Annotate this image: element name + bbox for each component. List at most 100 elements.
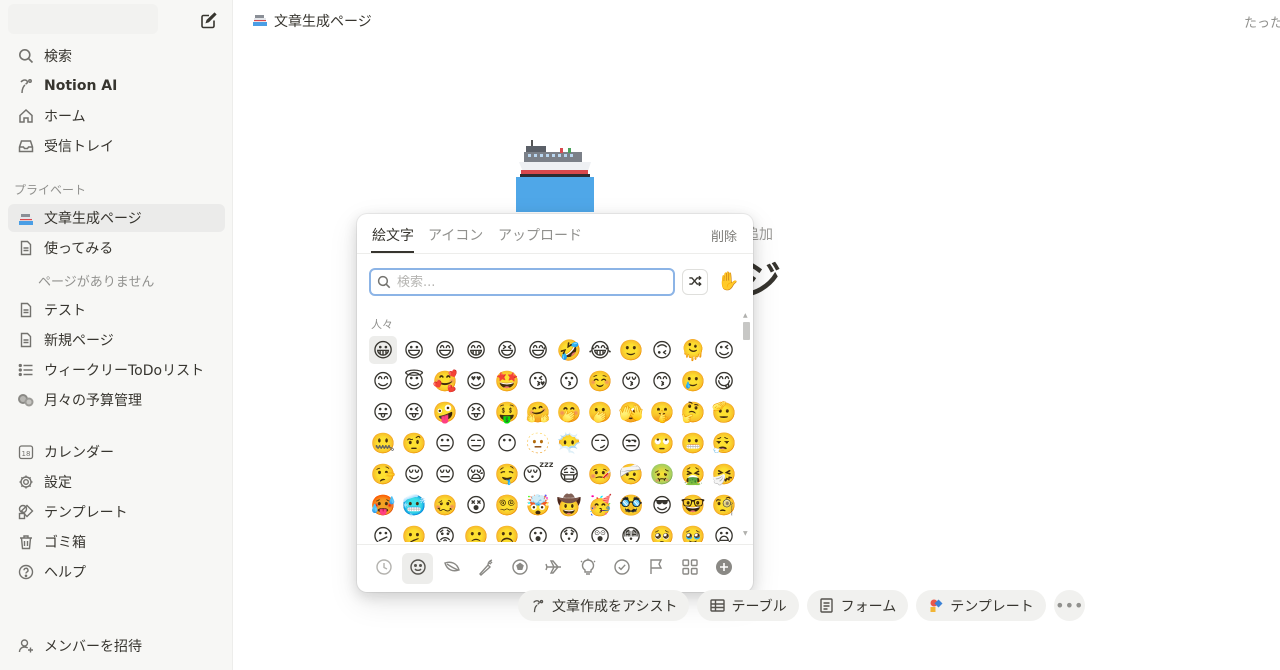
emoji-cell[interactable]: 🙂 — [617, 336, 645, 364]
emoji-cell[interactable]: 🤭 — [555, 398, 583, 426]
emoji-cell[interactable]: 😪 — [462, 460, 490, 488]
emoji-cell[interactable]: 🫠 — [679, 336, 707, 364]
emoji-cell[interactable]: 😗 — [555, 367, 583, 395]
template-button[interactable]: テンプレート — [916, 590, 1046, 621]
emoji-cell[interactable]: 😮 — [524, 522, 552, 542]
tab-upload[interactable]: アップロード — [498, 225, 582, 245]
emoji-cell[interactable]: ☺️ — [586, 367, 614, 395]
category-people-button[interactable] — [402, 553, 433, 584]
scrollbar-thumb[interactable] — [743, 322, 750, 340]
emoji-cell[interactable]: 🙄 — [648, 429, 676, 457]
emoji-cell[interactable]: 🤗 — [524, 398, 552, 426]
emoji-cell[interactable]: 😵 — [462, 491, 490, 519]
more-options-button[interactable]: ••• — [1053, 590, 1085, 621]
emoji-cell[interactable]: 😉 — [710, 336, 738, 364]
sidebar-item-trash[interactable]: ゴミ箱 — [8, 528, 225, 556]
invite-members-button[interactable]: メンバーを招待 — [8, 632, 225, 660]
emoji-cell[interactable]: 😑 — [462, 429, 490, 457]
private-section-label[interactable]: プライベート — [14, 181, 86, 198]
breadcrumb[interactable]: 文章生成ページ — [252, 10, 372, 32]
ai-assist-button[interactable]: 文章作成をアシスト — [518, 590, 690, 621]
emoji-cell[interactable]: 🤑 — [493, 398, 521, 426]
emoji-cell[interactable]: 🤢 — [648, 460, 676, 488]
emoji-search-input[interactable] — [397, 274, 657, 290]
emoji-cell[interactable]: 🫣 — [617, 398, 645, 426]
emoji-cell[interactable]: 😦 — [710, 522, 738, 542]
emoji-cell[interactable]: 🤐 — [369, 429, 397, 457]
scroll-down-arrow[interactable]: ▼ — [743, 530, 748, 537]
emoji-cell[interactable]: 😁 — [462, 336, 490, 364]
emoji-cell[interactable]: 🤫 — [648, 398, 676, 426]
scroll-up-arrow[interactable]: ▲ — [743, 312, 748, 319]
sidebar-item-templates[interactable]: テンプレート — [8, 498, 225, 526]
sidebar-item-page[interactable]: ウィークリーToDoリスト — [8, 356, 225, 384]
emoji-cell[interactable]: 🤒 — [586, 460, 614, 488]
emoji-cell[interactable]: 🤩 — [493, 367, 521, 395]
sidebar-item-page[interactable]: 新規ページ — [8, 326, 225, 354]
category-objects-button[interactable] — [572, 553, 603, 584]
emoji-cell[interactable]: 🥲 — [679, 367, 707, 395]
emoji-cell[interactable]: 😆 — [493, 336, 521, 364]
emoji-cell[interactable]: 😯 — [555, 522, 583, 542]
emoji-cell[interactable]: 🫥 — [524, 429, 552, 457]
new-page-icon[interactable] — [199, 10, 219, 30]
category-nature-button[interactable] — [436, 553, 467, 584]
emoji-cell[interactable]: 🤕 — [617, 460, 645, 488]
emoji-cell[interactable]: 🙁 — [462, 522, 490, 542]
emoji-cell[interactable]: 🤣 — [555, 336, 583, 364]
emoji-cell[interactable]: 😬 — [679, 429, 707, 457]
emoji-cell[interactable]: 😋 — [710, 367, 738, 395]
emoji-cell[interactable]: 🙃 — [648, 336, 676, 364]
emoji-cell[interactable]: 🥸 — [617, 491, 645, 519]
emoji-cell[interactable]: 🤥 — [369, 460, 397, 488]
workspace-switcher[interactable] — [8, 4, 158, 34]
emoji-cell[interactable]: 😀 — [369, 336, 397, 364]
emoji-cell[interactable]: 😕 — [369, 522, 397, 542]
emoji-cell[interactable]: 😮‍💨 — [710, 429, 738, 457]
sidebar-item-page[interactable]: 月々の予算管理 — [8, 386, 225, 414]
emoji-cell[interactable]: 😶‍🌫️ — [555, 429, 583, 457]
sidebar-item-page[interactable]: 使ってみる — [8, 234, 225, 262]
emoji-cell[interactable]: 😊 — [369, 367, 397, 395]
category-add-button[interactable] — [708, 553, 739, 584]
emoji-cell[interactable]: 🥴 — [431, 491, 459, 519]
emoji-cell[interactable]: 😇 — [400, 367, 428, 395]
emoji-cell[interactable]: 🥺 — [648, 522, 676, 542]
emoji-cell[interactable]: 🥵 — [369, 491, 397, 519]
emoji-cell[interactable]: 😌 — [400, 460, 428, 488]
page-emoji-icon[interactable] — [516, 140, 594, 212]
skin-tone-button[interactable]: ✋ — [717, 271, 739, 293]
emoji-cell[interactable]: 😳 — [617, 522, 645, 542]
emoji-cell[interactable]: 🤪 — [431, 398, 459, 426]
emoji-cell[interactable]: 🧐 — [710, 491, 738, 519]
scrollbar[interactable]: ▲ ▼ — [742, 312, 751, 544]
category-symbols-button[interactable] — [606, 553, 637, 584]
sidebar-item-settings[interactable]: 設定 — [8, 468, 225, 496]
category-recent-button[interactable] — [368, 553, 399, 584]
emoji-cell[interactable]: 🥶 — [400, 491, 428, 519]
emoji-cell[interactable]: 😜 — [400, 398, 428, 426]
emoji-cell[interactable]: 🫢 — [586, 398, 614, 426]
emoji-cell[interactable]: 😎 — [648, 491, 676, 519]
sidebar-item-inbox[interactable]: 受信トレイ — [8, 132, 225, 160]
remove-button[interactable]: 削除 — [711, 226, 737, 245]
emoji-cell[interactable]: 🥹 — [679, 522, 707, 542]
emoji-cell[interactable]: 😛 — [369, 398, 397, 426]
sidebar-item-help[interactable]: ヘルプ — [8, 558, 225, 586]
emoji-cell[interactable]: 😐 — [431, 429, 459, 457]
category-food-button[interactable] — [470, 553, 501, 584]
emoji-cell[interactable]: 🤧 — [710, 460, 738, 488]
emoji-cell[interactable]: 😂 — [586, 336, 614, 364]
emoji-cell[interactable]: 😝 — [462, 398, 490, 426]
emoji-cell[interactable]: 🤓 — [679, 491, 707, 519]
category-custom-button[interactable] — [674, 553, 705, 584]
form-button[interactable]: フォーム — [806, 590, 909, 621]
emoji-cell[interactable]: 😒 — [617, 429, 645, 457]
emoji-cell[interactable]: 😷 — [555, 460, 583, 488]
emoji-cell[interactable]: 😅 — [524, 336, 552, 364]
emoji-cell[interactable]: 🥳 — [586, 491, 614, 519]
emoji-cell[interactable]: 🤔 — [679, 398, 707, 426]
sidebar-item-page[interactable]: テスト — [8, 296, 225, 324]
sidebar-item-notion-ai[interactable]: Notion AI — [8, 72, 225, 100]
emoji-cell[interactable]: 🤯 — [524, 491, 552, 519]
